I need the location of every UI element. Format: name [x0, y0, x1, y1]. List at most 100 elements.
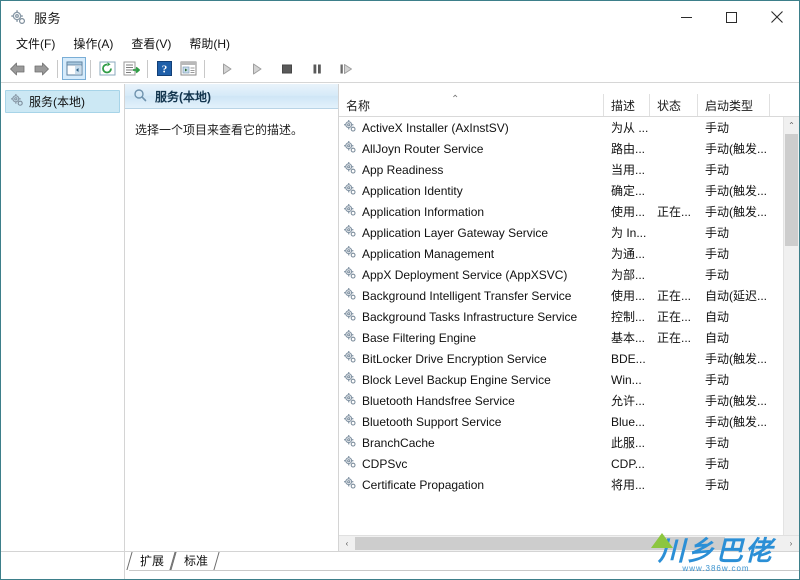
table-row[interactable]: App Readiness 当用... 手动 [339, 159, 799, 180]
service-gear-icon [343, 350, 357, 367]
menu-file[interactable]: 文件(F) [7, 33, 64, 55]
forward-button[interactable] [29, 57, 53, 80]
table-row[interactable]: BranchCache 此服... 手动 [339, 432, 799, 453]
service-name-cell: Certificate Propagation [339, 476, 604, 493]
tree-item-services-local[interactable]: 服务(本地) [5, 90, 120, 113]
tabs-underline [129, 570, 799, 571]
service-gear-icon [343, 434, 357, 451]
show-hide-tree-button[interactable] [62, 57, 86, 80]
table-row[interactable]: Application Identity 确定... 手动(触发... [339, 180, 799, 201]
minimize-button[interactable] [664, 1, 709, 33]
scroll-right-button[interactable]: › [783, 536, 799, 551]
column-header-startup-type[interactable]: 启动类型 [698, 94, 770, 116]
service-gear-icon [343, 308, 357, 325]
service-name-label: Application Identity [362, 183, 463, 198]
column-header-logon-as[interactable] [770, 94, 790, 116]
maximize-button[interactable] [709, 1, 754, 33]
column-header-status[interactable]: 状态 [650, 94, 698, 116]
service-description-cell: 为通... [611, 247, 646, 261]
service-description-cell: 使用... [611, 289, 646, 303]
services-gear-icon [10, 9, 27, 26]
service-gear-icon [343, 329, 357, 346]
service-name-label: Background Tasks Infrastructure Service [362, 309, 578, 324]
service-startup-type-cell: 手动(触发... [705, 394, 767, 408]
table-row[interactable]: ActiveX Installer (AxInstSV) 为从 ... 手动 [339, 117, 799, 138]
service-startup-type-cell: 手动 [705, 226, 730, 240]
refresh-button[interactable] [95, 57, 119, 80]
scroll-up-button[interactable]: ⌃ [784, 117, 799, 133]
service-gear-icon [343, 140, 357, 157]
tree-item-label: 服务(本地) [29, 95, 85, 109]
horizontal-scroll-track[interactable] [355, 536, 783, 551]
list-horizontal-scrollbar[interactable]: ‹ › [339, 535, 799, 551]
service-name-cell: BranchCache [339, 434, 604, 451]
restart-service-button[interactable] [335, 57, 359, 80]
table-row[interactable]: Application Management 为通... 手动 [339, 243, 799, 264]
table-row[interactable]: Background Tasks Infrastructure Service 控… [339, 306, 799, 327]
export-list-button[interactable] [119, 57, 143, 80]
window-controls [664, 1, 799, 33]
list-column-headers: ⌃ 名称 描述 状态 启动类型 [339, 94, 799, 117]
service-name-label: App Readiness [362, 162, 444, 177]
table-row[interactable]: CDPSvc CDP... 手动 [339, 453, 799, 474]
service-startup-type-cell: 手动 [705, 247, 730, 261]
table-row[interactable]: Bluetooth Handsfree Service 允许... 手动(触发... [339, 390, 799, 411]
table-row[interactable]: Application Layer Gateway Service 为 In...… [339, 222, 799, 243]
vertical-scroll-thumb[interactable] [785, 134, 798, 246]
service-description-cell: 基本... [611, 331, 646, 345]
tab-standard[interactable]: 标准 [173, 552, 217, 569]
service-name-label: Application Management [362, 246, 495, 261]
horizontal-scroll-thumb[interactable] [355, 537, 725, 550]
table-row[interactable]: BitLocker Drive Encryption Service BDE...… [339, 348, 799, 369]
service-name-label: Application Layer Gateway Service [362, 225, 549, 240]
view-tabs-strip: 扩展 标准 [1, 551, 799, 579]
service-name-cell: BitLocker Drive Encryption Service [339, 350, 604, 367]
service-status-cell: 正在... [657, 289, 692, 303]
list-vertical-scrollbar[interactable]: ⌃ [783, 117, 799, 535]
title-bar: 服务 [1, 1, 799, 33]
table-row[interactable]: Bluetooth Support Service Blue... 手动(触发... [339, 411, 799, 432]
service-gear-icon [343, 287, 357, 304]
table-row[interactable]: Certificate Propagation 将用... 手动 [339, 474, 799, 495]
resume-service-button[interactable] [245, 57, 269, 80]
table-row[interactable]: AppX Deployment Service (AppXSVC) 为部... 手动 [339, 264, 799, 285]
column-header-name[interactable]: ⌃ 名称 [339, 94, 604, 116]
service-name-cell: Background Intelligent Transfer Service [339, 287, 604, 304]
magnifier-icon [133, 88, 147, 105]
service-name-cell: Application Identity [339, 182, 604, 199]
sort-ascending-icon: ⌃ [451, 94, 460, 105]
menu-view[interactable]: 查看(V) [122, 33, 180, 55]
scroll-left-button[interactable]: ‹ [339, 536, 355, 551]
service-gear-icon [343, 245, 357, 262]
service-name-cell: App Readiness [339, 161, 604, 178]
column-header-status-label: 状态 [657, 98, 682, 113]
table-row[interactable]: Base Filtering Engine 基本... 正在... 自动 [339, 327, 799, 348]
start-service-button[interactable] [215, 57, 239, 80]
service-name-label: Application Information [362, 204, 485, 219]
table-row[interactable]: Block Level Backup Engine Service Win... 手… [339, 369, 799, 390]
service-name-label: BranchCache [362, 435, 435, 450]
service-description-cell: 将用... [611, 478, 646, 492]
properties-button[interactable] [176, 57, 200, 80]
tab-extended[interactable]: 扩展 [129, 552, 173, 569]
table-row[interactable]: Application Information 使用... 正在... 手动(触发..… [339, 201, 799, 222]
service-name-label: ActiveX Installer (AxInstSV) [362, 120, 509, 135]
service-name-label: AllJoyn Router Service [362, 141, 484, 156]
close-button[interactable] [754, 1, 799, 33]
services-console-window: 服务 文件(F) 操作(A) 查看(V) 帮助(H) ? 服务(本地) 服务(本… [0, 0, 800, 580]
service-name-cell: Block Level Backup Engine Service [339, 371, 604, 388]
service-description-cell: Blue... [611, 414, 646, 429]
service-gear-icon [343, 371, 357, 388]
table-row[interactable]: Background Intelligent Transfer Service 使… [339, 285, 799, 306]
back-button[interactable] [5, 57, 29, 80]
stop-service-button[interactable] [275, 57, 299, 80]
service-startup-type-cell: 手动(触发... [705, 205, 767, 219]
pause-service-button[interactable] [305, 57, 329, 80]
service-description-cell: 允许... [611, 394, 646, 408]
menu-help[interactable]: 帮助(H) [180, 33, 239, 55]
table-row[interactable]: AllJoyn Router Service 路由... 手动(触发... [339, 138, 799, 159]
help-button[interactable]: ? [152, 57, 176, 80]
menu-action[interactable]: 操作(A) [64, 33, 122, 55]
column-header-description[interactable]: 描述 [604, 94, 650, 116]
service-description-cell: 当用... [611, 163, 646, 177]
